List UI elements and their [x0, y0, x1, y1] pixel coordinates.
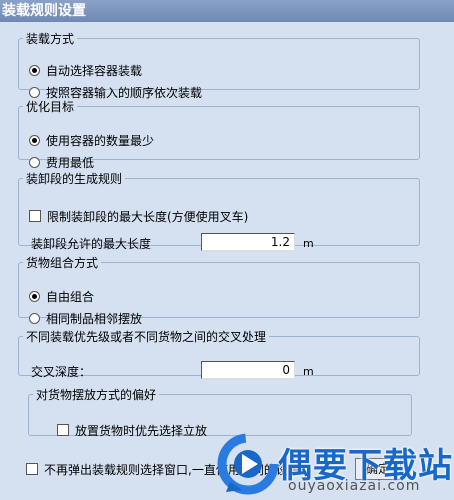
checkbox-indicator[interactable]: [29, 210, 41, 222]
prefer-upright-checkbox[interactable]: 放置货物时优先选择立放: [57, 421, 207, 439]
placement-pref-group: 对货物摆放方式的偏好 放置货物时优先选择立放: [28, 386, 412, 439]
radio-indicator[interactable]: [29, 290, 40, 302]
radio-same-product-adjacent[interactable]: 相同制品相邻摆放: [29, 309, 142, 327]
checkbox-indicator[interactable]: [26, 463, 38, 475]
cross-handling-legend: 不同装载优先级或者不同货物之间的交叉处理: [26, 330, 267, 344]
checkbox-label: 不再弹出装载规则选择窗口,一直使用相同的设置: [44, 462, 300, 477]
max-length-input[interactable]: 1.2: [201, 233, 295, 251]
cross-handling-group: 不同装载优先级或者不同货物之间的交叉处理 交叉深度： 0 m: [18, 328, 420, 379]
radio-label: 相同制品相邻摆放: [46, 311, 143, 326]
radio-indicator[interactable]: [29, 64, 40, 76]
radio-free-combination[interactable]: 自由组合: [29, 287, 94, 305]
cargo-combo-group: 货物组合方式 自由组合 相同制品相邻摆放: [18, 254, 420, 326]
radio-label: 使用容器的数量最少: [46, 133, 155, 148]
radio-label: 费用最低: [46, 155, 95, 170]
radio-indicator[interactable]: [29, 86, 40, 98]
checkbox-label: 放置货物时优先选择立放: [75, 423, 208, 438]
cargo-combo-legend: 货物组合方式: [26, 256, 99, 270]
radio-indicator[interactable]: [29, 156, 40, 168]
loading-mode-group: 装载方式 自动选择容器装载 按照容器输入的顺序依次装载: [18, 30, 420, 100]
radio-label: 自由组合: [46, 289, 95, 304]
cross-depth-input[interactable]: 0: [201, 361, 295, 379]
max-length-unit: m: [303, 237, 314, 250]
loading-mode-legend: 装载方式: [26, 32, 75, 46]
radio-auto-select-container[interactable]: 自动选择容器装载: [29, 61, 142, 79]
limit-segment-length-checkbox[interactable]: 限制装卸段的最大长度(方便使用叉车): [29, 207, 248, 225]
radio-label: 自动选择容器装载: [46, 63, 143, 78]
radio-indicator[interactable]: [29, 134, 40, 146]
checkbox-label: 限制装卸段的最大长度(方便使用叉车): [47, 209, 249, 224]
settings-panel: 装载方式 自动选择容器装载 按照容器输入的顺序依次装载 优化目标 使用容器的数量…: [0, 22, 454, 500]
segment-rule-legend: 装卸段的生成规则: [26, 172, 123, 186]
segment-rule-group: 装卸段的生成规则 限制装卸段的最大长度(方便使用叉车) 装卸段允许的最大长度 1…: [18, 170, 420, 251]
optimization-legend: 优化目标: [26, 100, 75, 114]
optimization-group: 优化目标 使用容器的数量最少 费用最低: [18, 98, 420, 170]
cross-depth-label: 交叉深度：: [31, 365, 92, 379]
max-length-label: 装卸段允许的最大长度: [31, 237, 152, 251]
placement-pref-legend: 对货物摆放方式的偏好: [36, 388, 157, 402]
ok-button[interactable]: 确定: [355, 458, 401, 480]
cross-depth-unit: m: [303, 365, 314, 378]
no-popup-checkbox[interactable]: 不再弹出装载规则选择窗口,一直使用相同的设置: [26, 460, 300, 478]
radio-indicator[interactable]: [29, 312, 40, 324]
radio-min-cost[interactable]: 费用最低: [29, 153, 94, 171]
window-title: 装载规则设置: [0, 0, 454, 22]
checkbox-indicator[interactable]: [57, 424, 69, 436]
radio-min-containers[interactable]: 使用容器的数量最少: [29, 131, 154, 149]
